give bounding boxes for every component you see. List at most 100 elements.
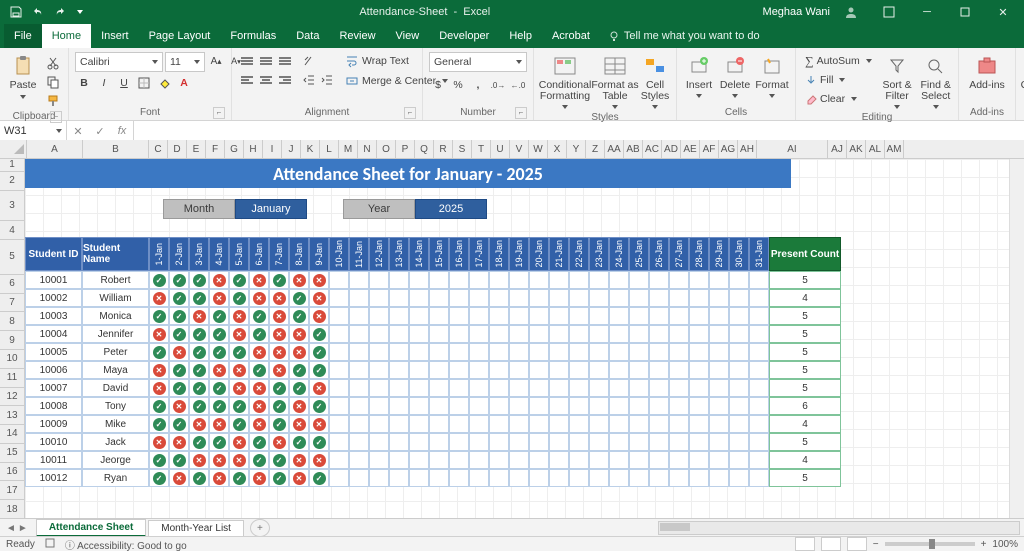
- cell-day[interactable]: [389, 325, 409, 343]
- cell-day[interactable]: ✕: [309, 289, 329, 307]
- cell-day[interactable]: [669, 325, 689, 343]
- sheet-nav-next-icon[interactable]: ►: [18, 523, 28, 534]
- cell-day[interactable]: [689, 343, 709, 361]
- cell-day[interactable]: ✓: [269, 397, 289, 415]
- cell-day[interactable]: [329, 325, 349, 343]
- cell-student-id[interactable]: 10007: [25, 379, 82, 397]
- cell-day[interactable]: ✕: [249, 343, 269, 361]
- cell-day[interactable]: [489, 469, 509, 487]
- cell-day[interactable]: [529, 307, 549, 325]
- cell-student-name[interactable]: David: [82, 379, 149, 397]
- cell-day[interactable]: [689, 361, 709, 379]
- cell-day[interactable]: ✓: [189, 469, 209, 487]
- cell-day[interactable]: ✓: [289, 307, 309, 325]
- cell-day[interactable]: ✕: [149, 289, 169, 307]
- cell-day[interactable]: [669, 289, 689, 307]
- cell-day[interactable]: [729, 379, 749, 397]
- cell-day[interactable]: ✓: [289, 361, 309, 379]
- cell-day[interactable]: ✓: [269, 469, 289, 487]
- find-select-button[interactable]: Find & Select: [919, 52, 952, 111]
- cell-student-id[interactable]: 10002: [25, 289, 82, 307]
- cell-day[interactable]: [349, 415, 369, 433]
- cell-day[interactable]: [449, 397, 469, 415]
- decrease-indent-icon[interactable]: [300, 71, 318, 89]
- cell-day[interactable]: [369, 433, 389, 451]
- cell-day[interactable]: [569, 379, 589, 397]
- cell-day[interactable]: ✓: [309, 325, 329, 343]
- cell-day[interactable]: [609, 289, 629, 307]
- addins-button[interactable]: Add-ins: [965, 52, 1009, 93]
- col-head[interactable]: N: [358, 140, 377, 158]
- col-head[interactable]: G: [225, 140, 244, 158]
- cell-day[interactable]: [349, 361, 369, 379]
- cell-day[interactable]: ✓: [189, 397, 209, 415]
- cell-student-name[interactable]: Mike: [82, 415, 149, 433]
- cell-day[interactable]: [689, 397, 709, 415]
- cell-day[interactable]: [349, 271, 369, 289]
- cell-day[interactable]: [369, 379, 389, 397]
- cell-day[interactable]: [509, 307, 529, 325]
- cell-day[interactable]: ✕: [189, 415, 209, 433]
- cell-day[interactable]: ✕: [169, 397, 189, 415]
- cell-day[interactable]: ✓: [149, 469, 169, 487]
- cell-day[interactable]: [609, 271, 629, 289]
- cell-day[interactable]: [629, 325, 649, 343]
- cell-day[interactable]: ✓: [189, 379, 209, 397]
- cell-day[interactable]: [509, 397, 529, 415]
- cell-day[interactable]: [749, 289, 769, 307]
- cell-day[interactable]: [549, 289, 569, 307]
- format-as-table-button[interactable]: Format as Table: [594, 52, 636, 111]
- status-macro-icon[interactable]: [45, 538, 55, 551]
- cell-day[interactable]: [729, 415, 749, 433]
- cell-day[interactable]: [469, 397, 489, 415]
- cell-present-count[interactable]: 5: [769, 361, 841, 379]
- cell-day[interactable]: ✕: [249, 379, 269, 397]
- tab-home[interactable]: Home: [42, 24, 91, 48]
- cell-day[interactable]: ✓: [289, 289, 309, 307]
- cell-present-count[interactable]: 5: [769, 325, 841, 343]
- row-head[interactable]: 16: [0, 463, 24, 482]
- col-head[interactable]: K: [301, 140, 320, 158]
- cell-student-name[interactable]: Jennifer: [82, 325, 149, 343]
- cell-day[interactable]: [489, 271, 509, 289]
- cell-day[interactable]: [489, 379, 509, 397]
- cell-day[interactable]: [329, 469, 349, 487]
- cell-day[interactable]: ✕: [169, 433, 189, 451]
- cell-day[interactable]: ✕: [289, 469, 309, 487]
- cell-day[interactable]: ✕: [169, 469, 189, 487]
- cell-student-name[interactable]: Maya: [82, 361, 149, 379]
- accounting-format-icon[interactable]: $: [429, 76, 447, 94]
- col-head[interactable]: AB: [624, 140, 643, 158]
- cell-day[interactable]: [649, 433, 669, 451]
- cell-day[interactable]: [409, 307, 429, 325]
- cell-student-name[interactable]: William: [82, 289, 149, 307]
- cell-day[interactable]: ✕: [209, 415, 229, 433]
- cell-day[interactable]: [549, 451, 569, 469]
- cell-day[interactable]: [589, 307, 609, 325]
- cell-day[interactable]: [549, 415, 569, 433]
- cell-present-count[interactable]: 4: [769, 451, 841, 469]
- cell-day[interactable]: [329, 343, 349, 361]
- cell-day[interactable]: [349, 397, 369, 415]
- cell-day[interactable]: ✓: [229, 343, 249, 361]
- cell-day[interactable]: [569, 289, 589, 307]
- cell-day[interactable]: [429, 415, 449, 433]
- tab-help[interactable]: Help: [499, 24, 542, 48]
- cell-day[interactable]: [609, 433, 629, 451]
- cell-day[interactable]: [609, 307, 629, 325]
- percent-format-icon[interactable]: %: [449, 76, 467, 94]
- cell-day[interactable]: [529, 451, 549, 469]
- undo-icon[interactable]: [30, 4, 46, 20]
- row-head[interactable]: 13: [0, 406, 24, 425]
- cell-day[interactable]: [389, 289, 409, 307]
- cell-day[interactable]: [349, 325, 369, 343]
- cell-day[interactable]: [529, 289, 549, 307]
- cell-day[interactable]: [429, 361, 449, 379]
- cell-day[interactable]: [689, 415, 709, 433]
- cell-day[interactable]: [709, 415, 729, 433]
- cell-day[interactable]: ✓: [309, 343, 329, 361]
- cell-day[interactable]: ✕: [189, 451, 209, 469]
- cell-day[interactable]: [489, 433, 509, 451]
- redo-icon[interactable]: [52, 4, 68, 20]
- insert-cells-button[interactable]: Insert: [683, 52, 715, 100]
